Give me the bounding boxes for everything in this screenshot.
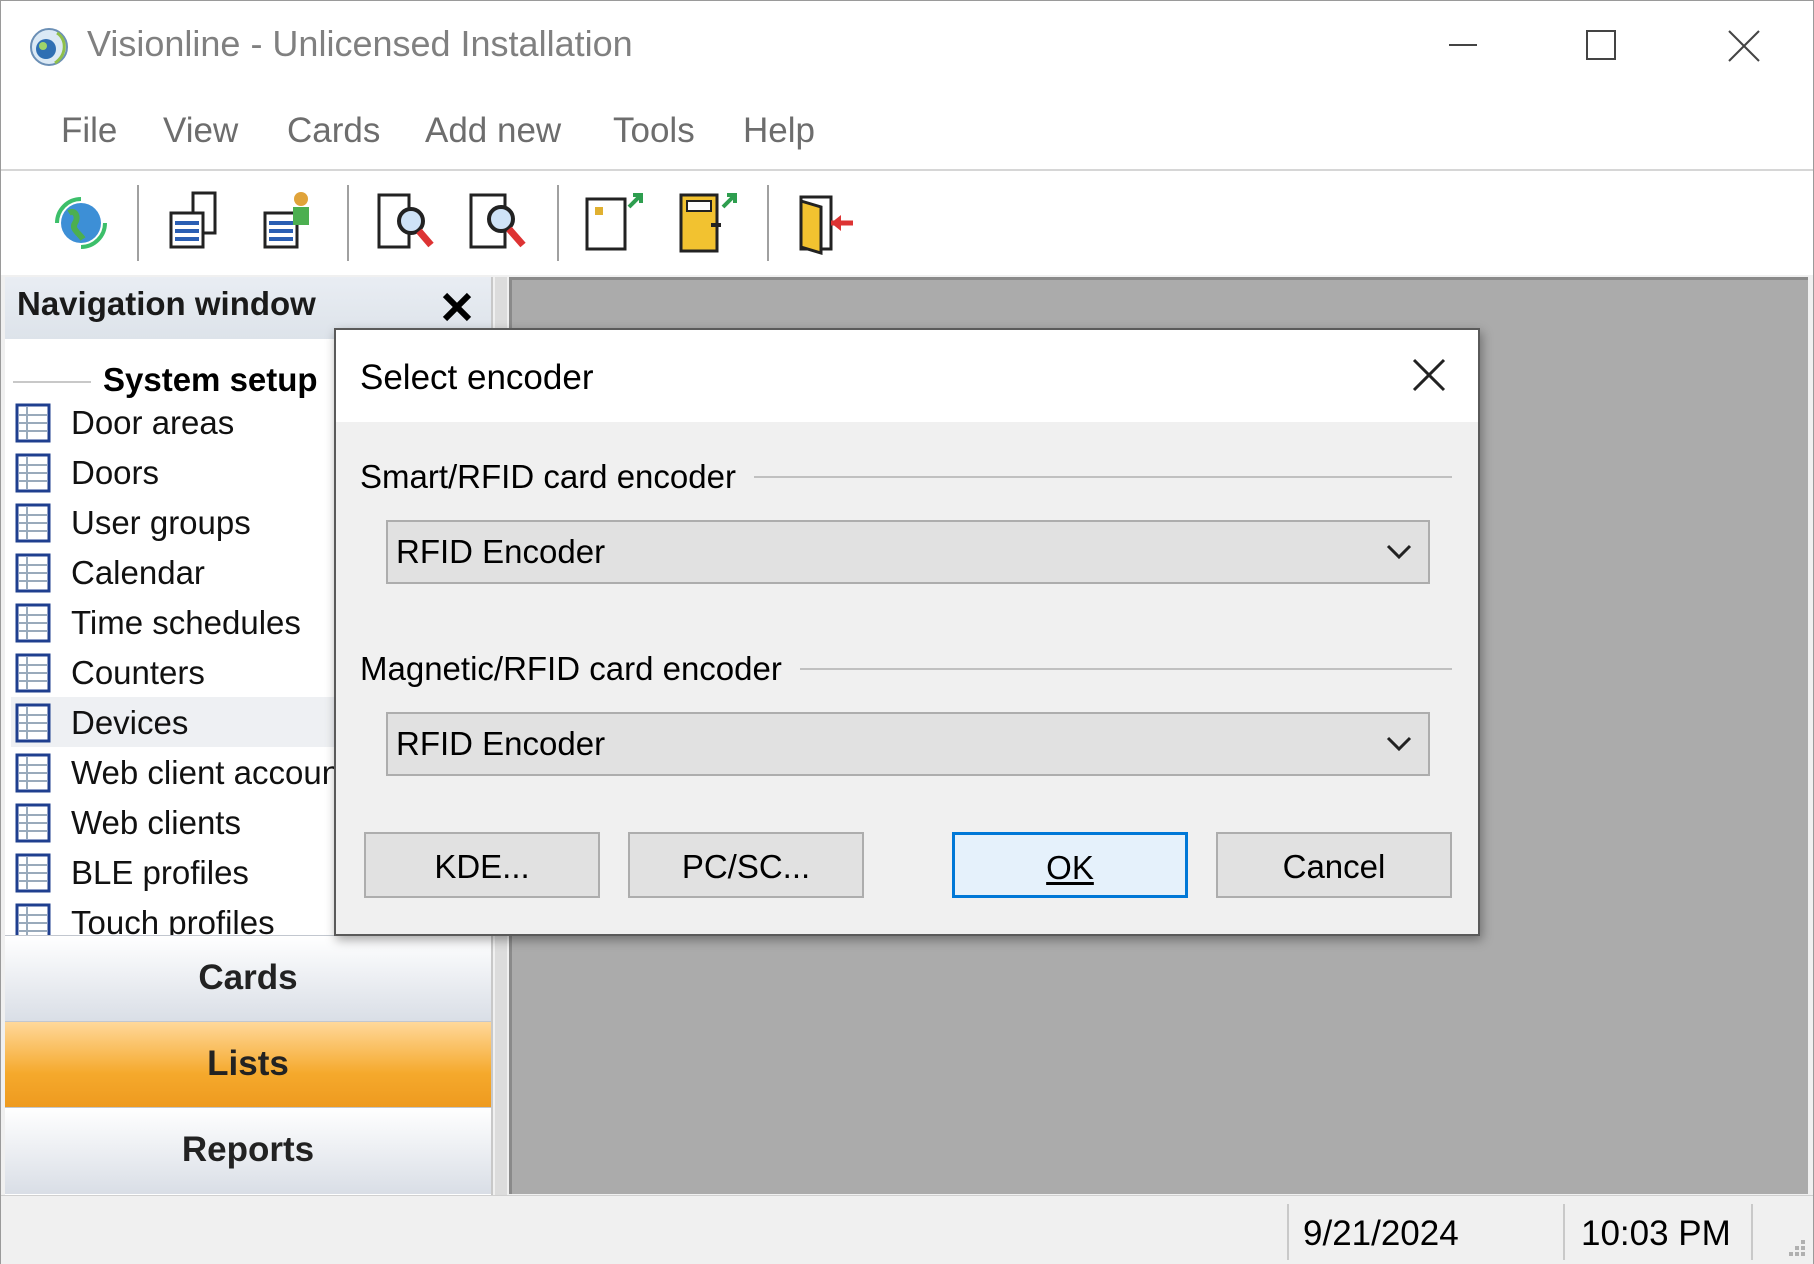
dialog-title-bar: Select encoder xyxy=(336,330,1478,422)
menu-help[interactable]: Help xyxy=(743,111,815,151)
globe-icon[interactable] xyxy=(43,183,119,263)
menu-tools[interactable]: Tools xyxy=(613,111,695,151)
search-icon[interactable] xyxy=(461,183,537,263)
group-divider xyxy=(742,476,1452,478)
menu-view[interactable]: View xyxy=(163,111,238,151)
nav-item-label: BLE profiles xyxy=(71,854,249,891)
status-date: 9/21/2024 xyxy=(1303,1214,1459,1253)
toolbar-separator xyxy=(137,185,139,261)
section-cards-label: Cards xyxy=(198,958,298,997)
list-icon xyxy=(15,853,51,893)
section-divider xyxy=(13,381,91,383)
dialog-title: Select encoder xyxy=(360,358,594,397)
cancel-button[interactable]: Cancel xyxy=(1216,832,1452,898)
section-cards-button[interactable]: Cards xyxy=(5,935,491,1022)
group-divider xyxy=(782,668,1452,670)
list-icon xyxy=(15,503,51,543)
kde-button[interactable]: KDE... xyxy=(364,832,600,898)
ok-button-label: OK xyxy=(1046,849,1094,886)
toolbar-separator xyxy=(557,185,559,261)
door-export-icon[interactable] xyxy=(671,183,747,263)
nav-item-label: Web clients xyxy=(71,804,241,841)
smart-encoder-select[interactable]: RFID Encoder xyxy=(386,520,1430,584)
dialog-close-button[interactable] xyxy=(1394,346,1464,406)
toolbar-separator xyxy=(347,185,349,261)
nav-item-label: Counters xyxy=(71,654,205,691)
pcsc-button[interactable]: PC/SC... xyxy=(628,832,864,898)
ok-button[interactable]: OK xyxy=(952,832,1188,898)
list-icon xyxy=(15,803,51,843)
section-lists-label: Lists xyxy=(207,1044,289,1083)
nav-item-label: Calendar xyxy=(71,554,205,591)
list-icon xyxy=(15,603,51,643)
card-search-icon[interactable] xyxy=(367,183,443,263)
pcsc-button-label: PC/SC... xyxy=(681,848,811,885)
nav-item-label: Devices xyxy=(71,704,189,741)
window-title: Visionline - Unlicensed Installation xyxy=(87,23,633,64)
list-icon xyxy=(15,753,51,793)
status-separator xyxy=(1751,1204,1753,1260)
section-title: System setup xyxy=(103,361,318,398)
maximize-button[interactable] xyxy=(1531,1,1669,93)
exit-door-icon[interactable] xyxy=(787,183,863,263)
menu-add-new[interactable]: Add new xyxy=(425,111,561,151)
select-encoder-dialog: Select encoder Smart/RFID card encoder R… xyxy=(334,328,1480,936)
list-icon[interactable] xyxy=(157,183,233,263)
list-icon xyxy=(15,653,51,693)
list-icon xyxy=(15,403,51,443)
nav-item-label: User groups xyxy=(71,504,251,541)
menu-cards[interactable]: Cards xyxy=(287,111,380,151)
magnetic-encoder-select[interactable]: RFID Encoder xyxy=(386,712,1430,776)
nav-item-label: Door areas xyxy=(71,404,235,441)
card-export-icon[interactable] xyxy=(577,183,653,263)
visionline-logo-icon xyxy=(30,28,68,66)
smart-encoder-label: Smart/RFID card encoder xyxy=(360,458,754,496)
status-separator xyxy=(1287,1204,1289,1260)
navigation-title: Navigation window xyxy=(17,285,316,322)
status-bar: 9/21/2024 10:03 PM xyxy=(1,1195,1813,1264)
magnetic-encoder-label: Magnetic/RFID card encoder xyxy=(360,650,800,688)
section-reports-label: Reports xyxy=(181,1130,315,1169)
smart-encoder-value: RFID Encoder xyxy=(396,533,606,570)
list-icon xyxy=(15,553,51,593)
section-reports-button[interactable]: Reports xyxy=(5,1107,491,1194)
user-list-icon[interactable] xyxy=(251,183,327,263)
list-icon xyxy=(15,703,51,743)
status-separator xyxy=(1563,1204,1565,1260)
nav-item-label: Time schedules xyxy=(71,604,301,641)
magnetic-encoder-value: RFID Encoder xyxy=(396,725,606,762)
menu-bar: File View Cards Add new Tools Help xyxy=(1,93,1813,171)
resize-grip-icon[interactable] xyxy=(1781,1232,1807,1258)
nav-item-label: Doors xyxy=(71,454,160,491)
title-bar: Visionline - Unlicensed Installation xyxy=(1,1,1813,93)
chevron-down-icon xyxy=(1386,544,1412,560)
list-icon xyxy=(15,453,51,493)
chevron-down-icon xyxy=(1386,736,1412,752)
toolbar xyxy=(1,171,1813,275)
close-button[interactable] xyxy=(1675,1,1813,93)
section-lists-button[interactable]: Lists xyxy=(5,1021,491,1108)
kde-button-label: KDE... xyxy=(434,848,530,885)
status-time: 10:03 PM xyxy=(1581,1214,1731,1253)
cancel-button-label: Cancel xyxy=(1282,848,1386,885)
minimize-button[interactable] xyxy=(1393,1,1531,93)
nav-item-label: Web client accounts xyxy=(71,754,366,791)
toolbar-separator xyxy=(767,185,769,261)
menu-file[interactable]: File xyxy=(61,111,117,151)
close-icon[interactable] xyxy=(437,287,477,327)
